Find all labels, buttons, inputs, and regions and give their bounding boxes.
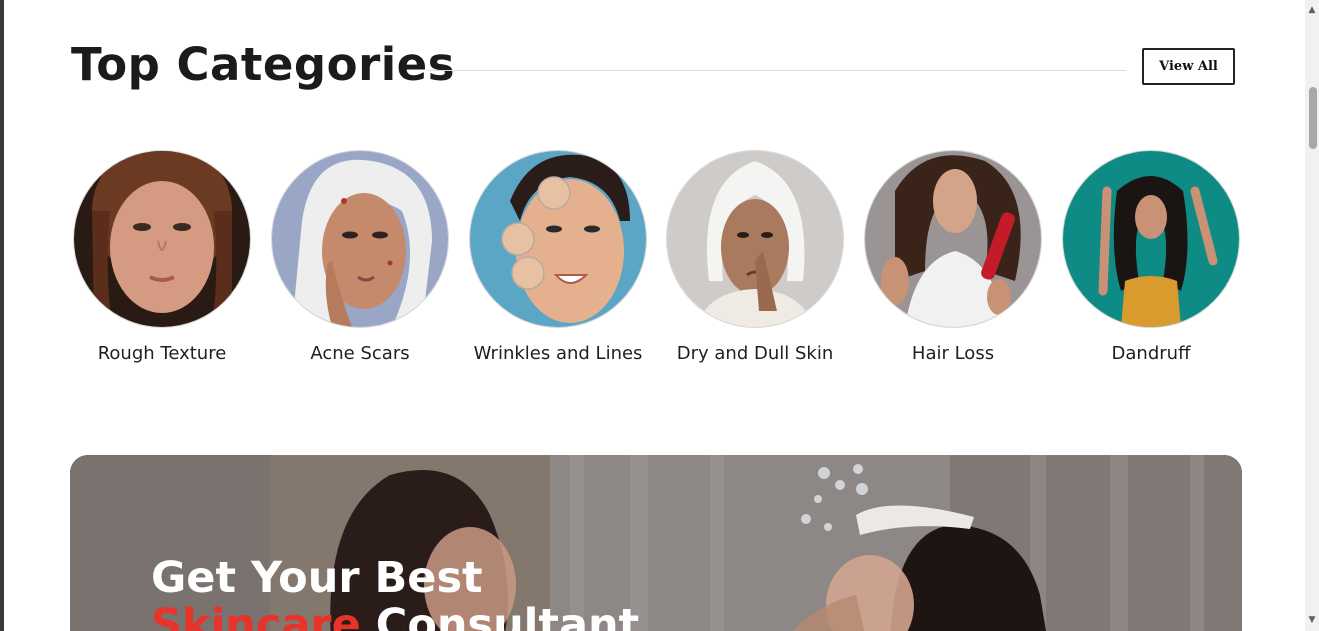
portrait-dandruff-icon[interactable]: [1063, 151, 1239, 327]
portrait-hair-loss-icon[interactable]: [865, 151, 1041, 327]
category-hair-loss[interactable]: Hair Loss: [854, 151, 1052, 364]
page-viewport: Top Categories View All Rough Texture Ac…: [4, 0, 1305, 631]
vertical-scrollbar[interactable]: ▲ ▼: [1305, 0, 1319, 631]
category-dandruff[interactable]: Dandruff: [1052, 151, 1250, 364]
view-all-button[interactable]: View All: [1142, 48, 1235, 85]
banner-heading-accent: Skincare: [151, 600, 361, 631]
scrollbar-thumb[interactable]: [1309, 87, 1317, 149]
banner-heading-line1: Get Your Best: [151, 553, 483, 603]
category-label: Wrinkles and Lines: [473, 343, 643, 364]
page-frame: Top Categories View All Rough Texture Ac…: [0, 0, 1319, 631]
category-label: Dandruff: [1111, 343, 1191, 364]
portrait-rough-texture-icon[interactable]: [74, 151, 250, 327]
banner-heading-line2: Consultant: [360, 600, 640, 631]
category-dry-and-dull-skin[interactable]: Dry and Dull Skin: [656, 151, 854, 364]
triangle-up-icon[interactable]: ▲: [1305, 3, 1319, 17]
category-rough-texture[interactable]: Rough Texture: [63, 151, 261, 364]
title-divider: [428, 70, 1126, 71]
portrait-acne-scars-icon[interactable]: [272, 151, 448, 327]
category-label: Acne Scars: [310, 343, 410, 364]
consultant-banner: Get Your Best Skincare Consultant: [70, 455, 1242, 631]
triangle-down-icon[interactable]: ▼: [1305, 613, 1319, 627]
section-title: Top Categories: [71, 38, 455, 91]
category-label: Rough Texture: [97, 343, 227, 364]
category-label: Dry and Dull Skin: [676, 343, 834, 364]
category-wrinkles-and-lines[interactable]: Wrinkles and Lines: [459, 151, 657, 364]
category-acne-scars[interactable]: Acne Scars: [261, 151, 459, 364]
portrait-dry-skin-icon[interactable]: [667, 151, 843, 327]
category-label: Hair Loss: [911, 343, 995, 364]
banner-heading: Get Your Best Skincare Consultant: [151, 555, 639, 631]
portrait-wrinkles-icon[interactable]: [470, 151, 646, 327]
